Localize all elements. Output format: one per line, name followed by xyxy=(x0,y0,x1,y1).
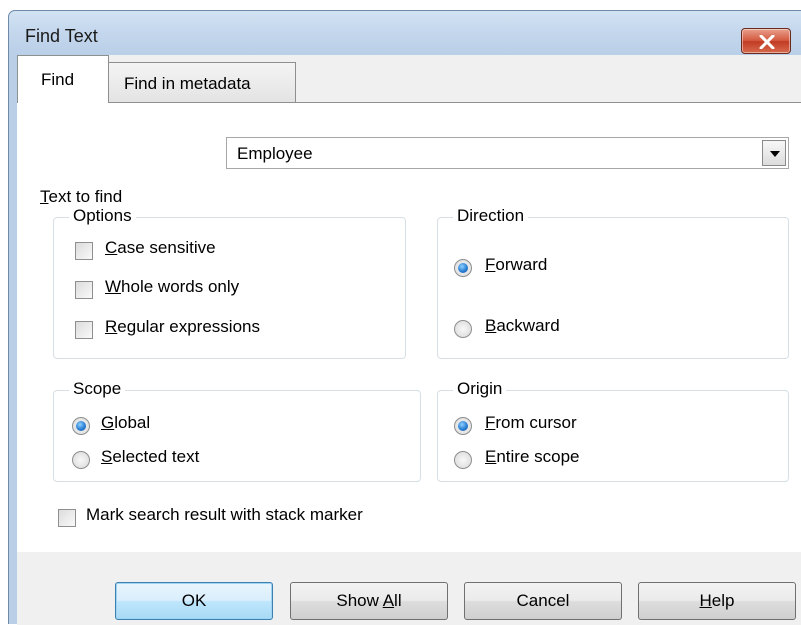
direction-group-title: Direction xyxy=(453,206,529,226)
dialog-client: Find Find in metadata Text to find Emplo… xyxy=(17,55,801,625)
tab-find-in-metadata[interactable]: Find in metadata xyxy=(109,62,296,103)
scope-group-title: Scope xyxy=(69,379,126,399)
origin-group-title: Origin xyxy=(453,379,507,399)
direction-group: Direction Forward Backward xyxy=(437,206,789,359)
entire-scope-label[interactable]: Entire scope xyxy=(485,447,580,467)
text-to-find-label: Text to find xyxy=(40,187,123,206)
help-button[interactable]: Help xyxy=(638,582,796,620)
entire-scope-radio[interactable] xyxy=(454,451,472,469)
options-group-title: Options xyxy=(69,206,136,226)
ok-button[interactable]: OK xyxy=(115,582,273,620)
find-text-dialog: Find Text Find Find in metadata Text to … xyxy=(8,10,801,625)
cancel-button[interactable]: Cancel xyxy=(464,582,622,620)
from-cursor-label[interactable]: From cursor xyxy=(485,413,577,433)
forward-radio[interactable] xyxy=(454,259,472,277)
case-sensitive-checkbox[interactable] xyxy=(75,242,93,260)
chevron-down-icon xyxy=(770,151,780,157)
regular-expressions-checkbox[interactable] xyxy=(75,321,93,339)
tab-find-in-metadata-label: Find in metadata xyxy=(124,74,251,93)
selected-text-label[interactable]: Selected text xyxy=(101,447,199,467)
scope-group: Scope Global Selected text xyxy=(53,379,421,482)
window-title: Find Text xyxy=(25,26,98,46)
text-to-find-value[interactable]: Employee xyxy=(237,144,313,164)
case-sensitive-label[interactable]: Case sensitive xyxy=(105,238,216,258)
origin-group: Origin From cursor Entire scope xyxy=(437,379,789,482)
forward-label[interactable]: Forward xyxy=(485,255,547,275)
backward-radio[interactable] xyxy=(454,320,472,338)
show-all-button[interactable]: Show All xyxy=(290,582,448,620)
regular-expressions-label[interactable]: Regular expressions xyxy=(105,317,260,337)
close-icon xyxy=(759,35,775,49)
find-tab-panel: Text to find Employee Options Case sensi… xyxy=(17,102,801,552)
mark-search-result-label[interactable]: Mark search result with stack marker xyxy=(86,505,363,525)
text-to-find-combobox[interactable]: Employee xyxy=(226,137,789,169)
mark-search-result-checkbox[interactable] xyxy=(58,509,76,527)
whole-words-label[interactable]: Whole words only xyxy=(105,277,239,297)
global-radio[interactable] xyxy=(72,417,90,435)
close-button[interactable] xyxy=(741,28,791,54)
selected-text-radio[interactable] xyxy=(72,451,90,469)
options-group: Options Case sensitive Whole words only … xyxy=(53,206,406,359)
title-bar[interactable]: Find Text xyxy=(9,11,801,55)
backward-label[interactable]: Backward xyxy=(485,316,560,336)
tab-find[interactable]: Find xyxy=(17,55,109,103)
global-label[interactable]: Global xyxy=(101,413,150,433)
tab-find-label: Find xyxy=(41,70,75,89)
combo-dropdown-button[interactable] xyxy=(762,140,786,166)
whole-words-checkbox[interactable] xyxy=(75,281,93,299)
from-cursor-radio[interactable] xyxy=(454,417,472,435)
